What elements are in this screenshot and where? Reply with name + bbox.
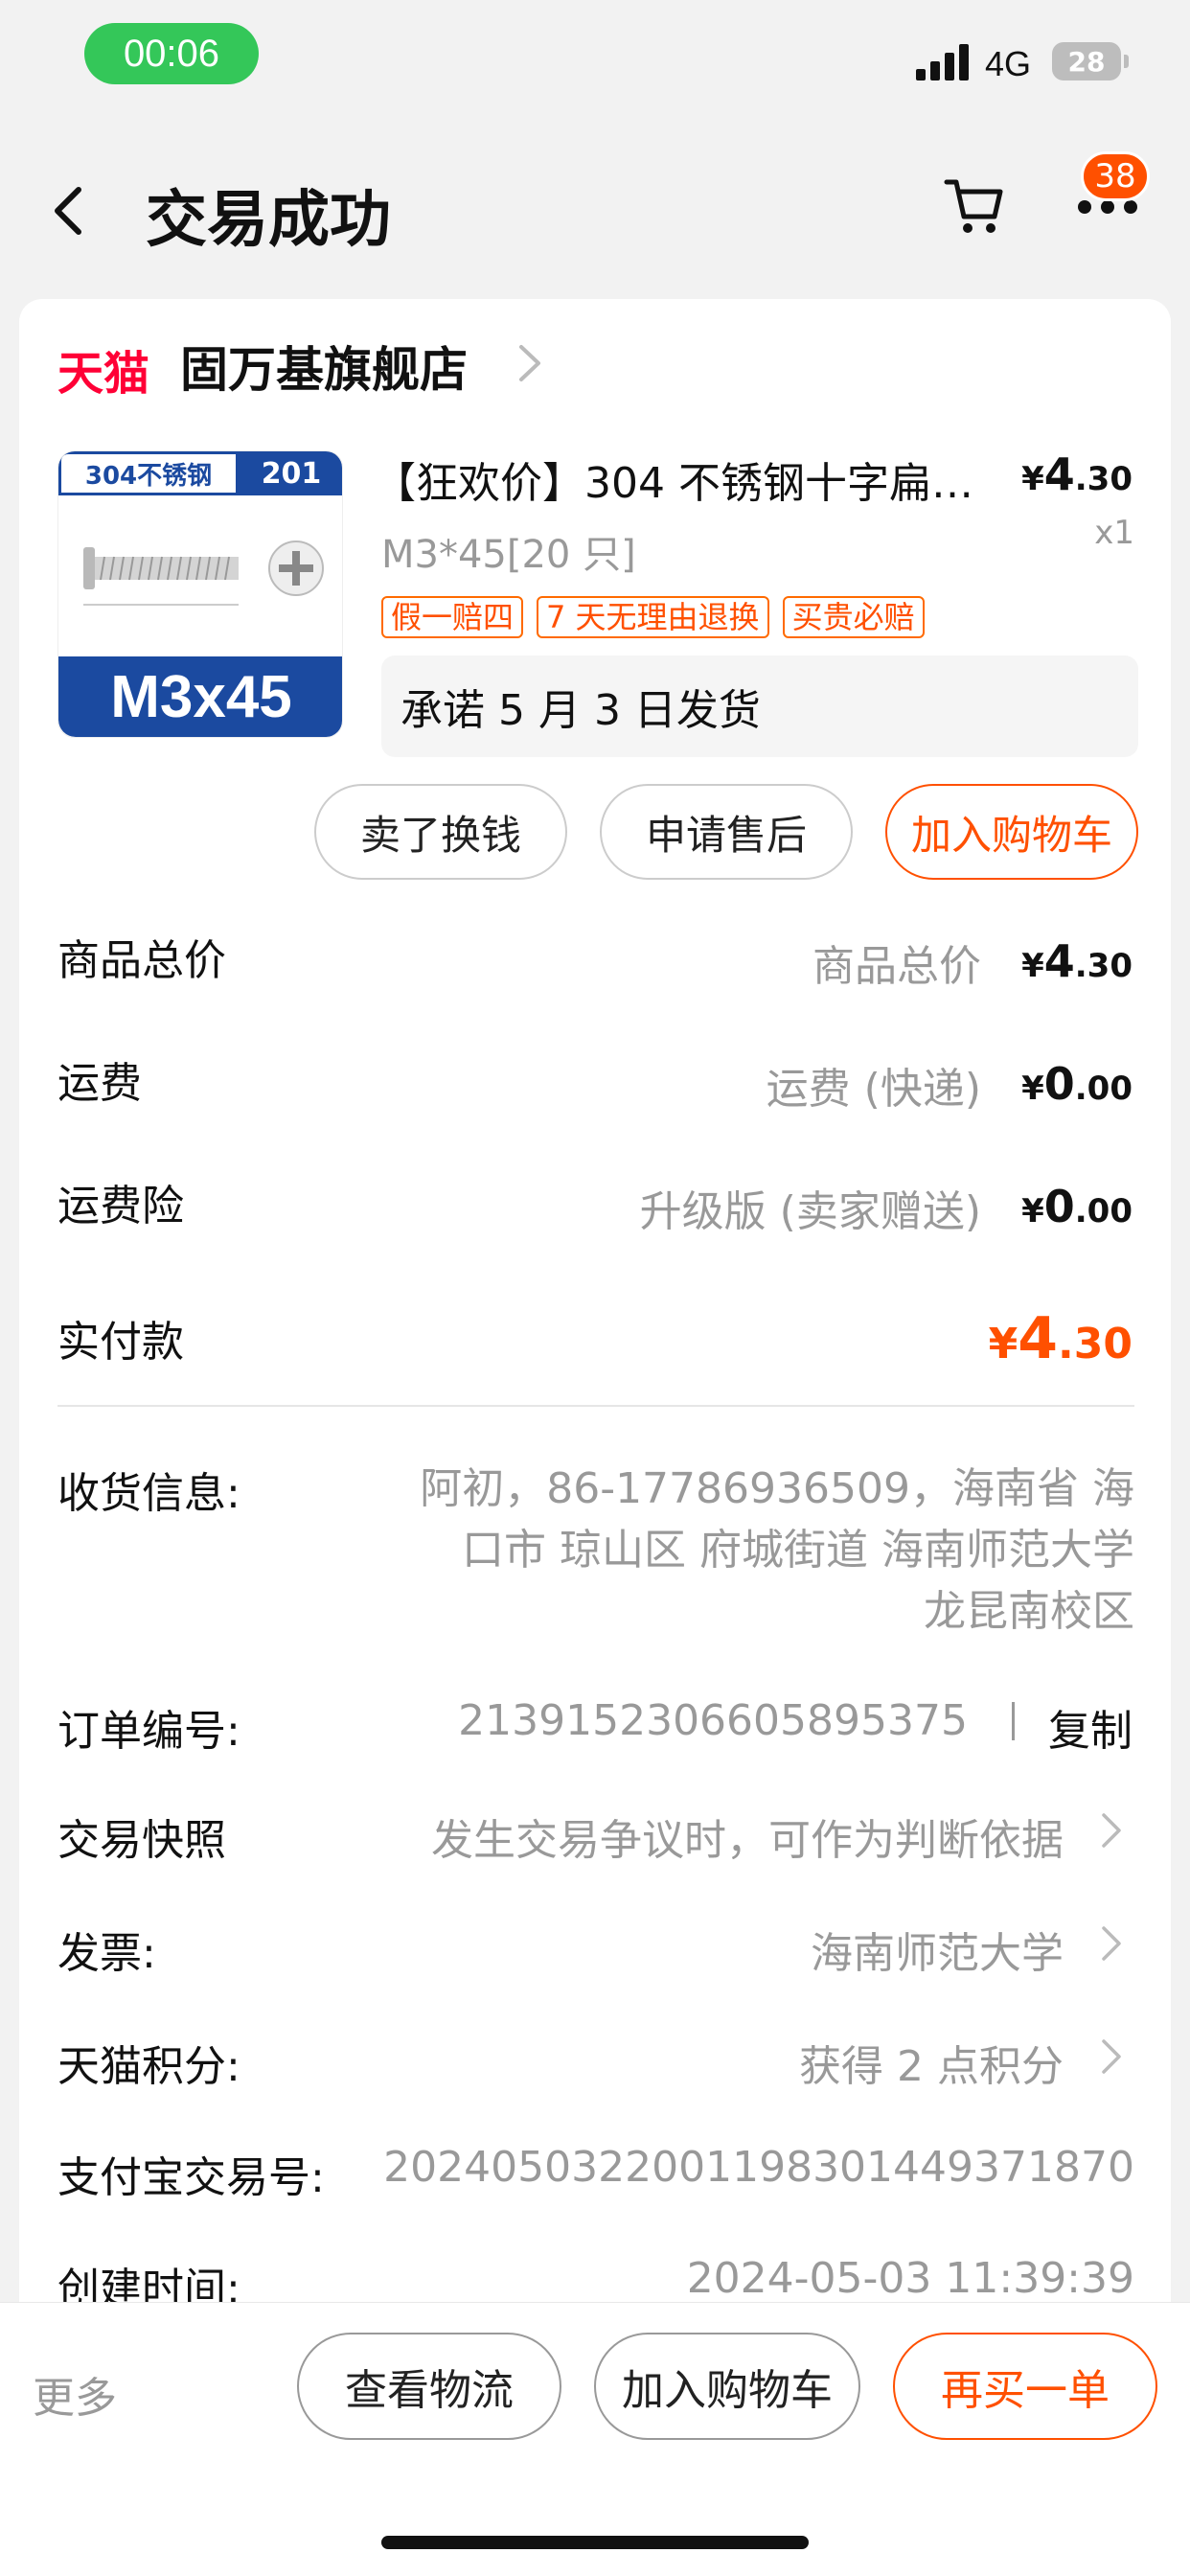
screw-illustration bbox=[83, 540, 324, 606]
more-button[interactable]: 更多 bbox=[33, 2363, 117, 2425]
paid-label: 实付款 bbox=[57, 1318, 184, 1367]
status-time: 00:06 bbox=[84, 23, 259, 84]
alipay-label: 支付宝交易号: bbox=[57, 2153, 325, 2202]
alipay-value: 2024050322001198301449371870 bbox=[383, 2143, 1134, 2192]
product-name[interactable]: 【狂欢价】304 不锈钢十字扁… bbox=[374, 448, 987, 510]
paid-amount: ¥4.30 bbox=[988, 1305, 1133, 1372]
order-number-value: 2139152306605895375 bbox=[458, 1696, 968, 1745]
address-value: 阿初，86-17786936509，海南省 海 口市 琼山区 府城街道 海南师范… bbox=[420, 1464, 1134, 1636]
sell-button[interactable]: 卖了换钱 bbox=[314, 784, 567, 880]
fee-total-label: 商品总价 bbox=[57, 936, 226, 985]
home-indicator[interactable] bbox=[381, 2536, 809, 2549]
rebuy-button[interactable]: 再买一单 bbox=[893, 2333, 1157, 2440]
snapshot-label[interactable]: 交易快照 bbox=[57, 1806, 226, 1867]
shipping-promise: 承诺 5 月 3 日发货 bbox=[381, 656, 1138, 757]
view-logistics-button[interactable]: 查看物流 bbox=[297, 2333, 561, 2440]
signal-icon bbox=[916, 44, 969, 80]
battery-icon: 28 bbox=[1052, 42, 1129, 80]
fee-insurance-sub: 升级版 (卖家赠送) bbox=[639, 1187, 981, 1236]
chevron-right-icon[interactable] bbox=[1100, 1811, 1123, 1850]
fee-shipping-sub: 运费 (快递) bbox=[766, 1065, 981, 1114]
product-thumbnail[interactable]: 304不锈钢 201 M3x45 bbox=[57, 450, 343, 738]
product-quantity: x1 bbox=[1094, 514, 1134, 552]
points-value[interactable]: 获得 2 点积分 bbox=[799, 2032, 1064, 2093]
fee-insurance-label: 运费险 bbox=[57, 1182, 184, 1230]
message-count-badge: 38 bbox=[1081, 151, 1150, 201]
invoice-value[interactable]: 海南师范大学 bbox=[811, 1919, 1064, 1980]
page-title: 交易成功 bbox=[146, 185, 391, 256]
service-tag: 买贵必赔 bbox=[782, 596, 925, 638]
fee-shipping-label: 运费 bbox=[57, 1059, 142, 1108]
tmall-logo: 天猫 bbox=[57, 347, 150, 401]
order-number-label: 订单编号: bbox=[57, 1707, 240, 1756]
snapshot-value[interactable]: 发生交易争议时，可作为判断依据 bbox=[431, 1806, 1064, 1867]
thumb-material-label: 304不锈钢 bbox=[58, 451, 239, 495]
store-name[interactable]: 固万基旗舰店 bbox=[180, 332, 468, 401]
points-label[interactable]: 天猫积分: bbox=[57, 2032, 240, 2093]
bottom-add-to-cart-button[interactable]: 加入购物车 bbox=[594, 2333, 860, 2440]
back-arrow-icon[interactable] bbox=[50, 182, 88, 240]
chevron-right-icon[interactable] bbox=[515, 341, 544, 385]
fee-total-sub: 商品总价 bbox=[812, 942, 981, 991]
service-tag: 7 天无理由退换 bbox=[537, 596, 769, 638]
created-value: 2024-05-03 11:39:39 bbox=[686, 2254, 1134, 2303]
address-label: 收货信息: bbox=[57, 1469, 240, 1518]
product-price: ¥4.30 bbox=[1021, 448, 1133, 500]
service-tags: 假一赔四 7 天无理由退换 买贵必赔 bbox=[381, 596, 925, 638]
thumb-grade-label: 201 bbox=[239, 451, 342, 495]
service-tag: 假一赔四 bbox=[381, 596, 524, 638]
network-type: 4G bbox=[985, 44, 1032, 83]
invoice-label[interactable]: 发票: bbox=[57, 1919, 156, 1980]
after-sale-button[interactable]: 申请售后 bbox=[600, 784, 853, 880]
fee-total-value: ¥4.30 bbox=[1021, 935, 1133, 987]
chevron-right-icon[interactable] bbox=[1100, 1924, 1123, 1963]
divider bbox=[57, 1405, 1134, 1407]
cart-icon[interactable] bbox=[943, 174, 1006, 238]
copy-button[interactable]: 复制 bbox=[1048, 1696, 1133, 1758]
thumb-size-label: M3x45 bbox=[58, 656, 342, 737]
chevron-right-icon[interactable] bbox=[1100, 2037, 1123, 2076]
add-to-cart-button[interactable]: 加入购物车 bbox=[885, 784, 1138, 880]
product-sku: M3*45[20 只] bbox=[381, 533, 636, 577]
separator bbox=[1012, 1702, 1015, 1740]
fee-shipping-value: ¥0.00 bbox=[1021, 1058, 1133, 1110]
fee-insurance-value: ¥0.00 bbox=[1021, 1181, 1133, 1232]
